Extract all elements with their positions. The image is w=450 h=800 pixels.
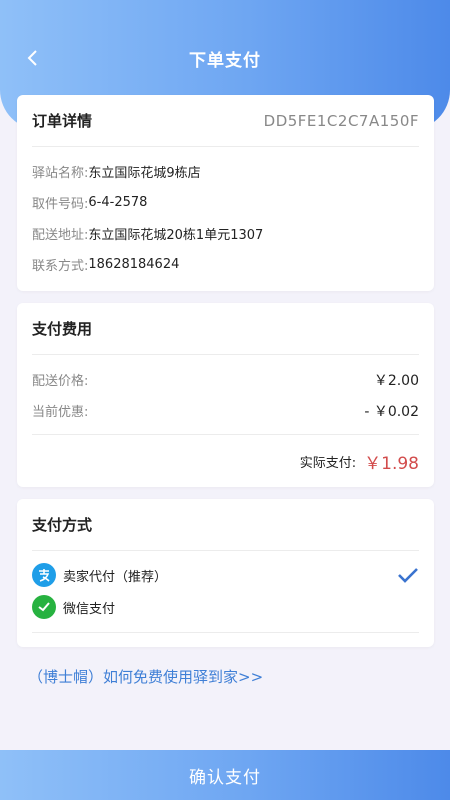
payment-method-card: 支付方式 卖家代付（推荐） 微信支付 xyxy=(17,499,434,647)
payment-fee-card: 支付费用 配送价格: ￥2.00 当前优惠: - ￥0.02 实际支付: ￥1.… xyxy=(17,303,434,487)
info-value: 东立国际花城9栋店 xyxy=(88,166,201,181)
total-row: 实际支付: ￥1.98 xyxy=(17,435,434,487)
delivery-price-value: ￥2.00 xyxy=(373,372,419,389)
info-label: 配送地址: xyxy=(32,228,89,243)
payment-fee-header: 支付费用 xyxy=(17,303,434,354)
info-row-station: 驿站名称: 东立国际花城9栋店 xyxy=(17,156,434,187)
page-title: 下单支付 xyxy=(189,51,261,71)
order-details-title: 订单详情 xyxy=(32,112,93,130)
divider xyxy=(32,632,419,633)
info-value: 6-4-2578 xyxy=(88,195,148,210)
payment-option-label: 卖家代付（推荐） xyxy=(63,569,168,585)
checkmark-icon xyxy=(398,568,418,583)
info-value: 东立国际花城20栋1单元1307 xyxy=(88,228,264,243)
wechat-icon xyxy=(32,595,56,619)
order-details-header: 订单详情 DD5FE1C2C7A150F xyxy=(17,95,434,146)
total-label: 实际支付: xyxy=(299,455,357,471)
info-label: 取件号码: xyxy=(32,197,89,212)
total-value: ￥1.98 xyxy=(364,453,419,474)
payment-option-wechat[interactable]: 微信支付 xyxy=(17,591,434,623)
discount-value: - ￥0.02 xyxy=(364,403,419,420)
order-details-card: 订单详情 DD5FE1C2C7A150F 驿站名称: 东立国际花城9栋店 取件号… xyxy=(17,95,434,291)
info-row-contact: 联系方式: 18628184624 xyxy=(17,249,434,280)
delivery-price-row: 配送价格: ￥2.00 xyxy=(17,364,434,395)
discount-row: 当前优惠: - ￥0.02 xyxy=(17,395,434,426)
info-label: 联系方式: xyxy=(32,259,89,274)
info-row-address: 配送地址: 东立国际花城20栋1单元1307 xyxy=(17,218,434,249)
info-row-pickup-code: 取件号码: 6-4-2578 xyxy=(17,187,434,218)
payment-option-label: 微信支付 xyxy=(63,601,116,617)
payment-method-title: 支付方式 xyxy=(32,516,93,534)
confirm-payment-button[interactable]: 确认支付 xyxy=(0,750,450,800)
payment-fee-title: 支付费用 xyxy=(32,320,93,338)
info-label: 驿站名称: xyxy=(32,166,89,181)
payment-method-header: 支付方式 xyxy=(17,499,434,550)
payment-option-seller[interactable]: 卖家代付（推荐） xyxy=(17,559,434,591)
info-value: 18628184624 xyxy=(88,257,180,272)
free-usage-guide-link[interactable]: （博士帽）如何免费使用驿到家>> xyxy=(28,666,263,687)
delivery-price-label: 配送价格: xyxy=(32,374,89,389)
alipay-icon xyxy=(32,563,56,587)
order-id: DD5FE1C2C7A150F xyxy=(263,111,419,130)
discount-label: 当前优惠: xyxy=(32,405,89,420)
